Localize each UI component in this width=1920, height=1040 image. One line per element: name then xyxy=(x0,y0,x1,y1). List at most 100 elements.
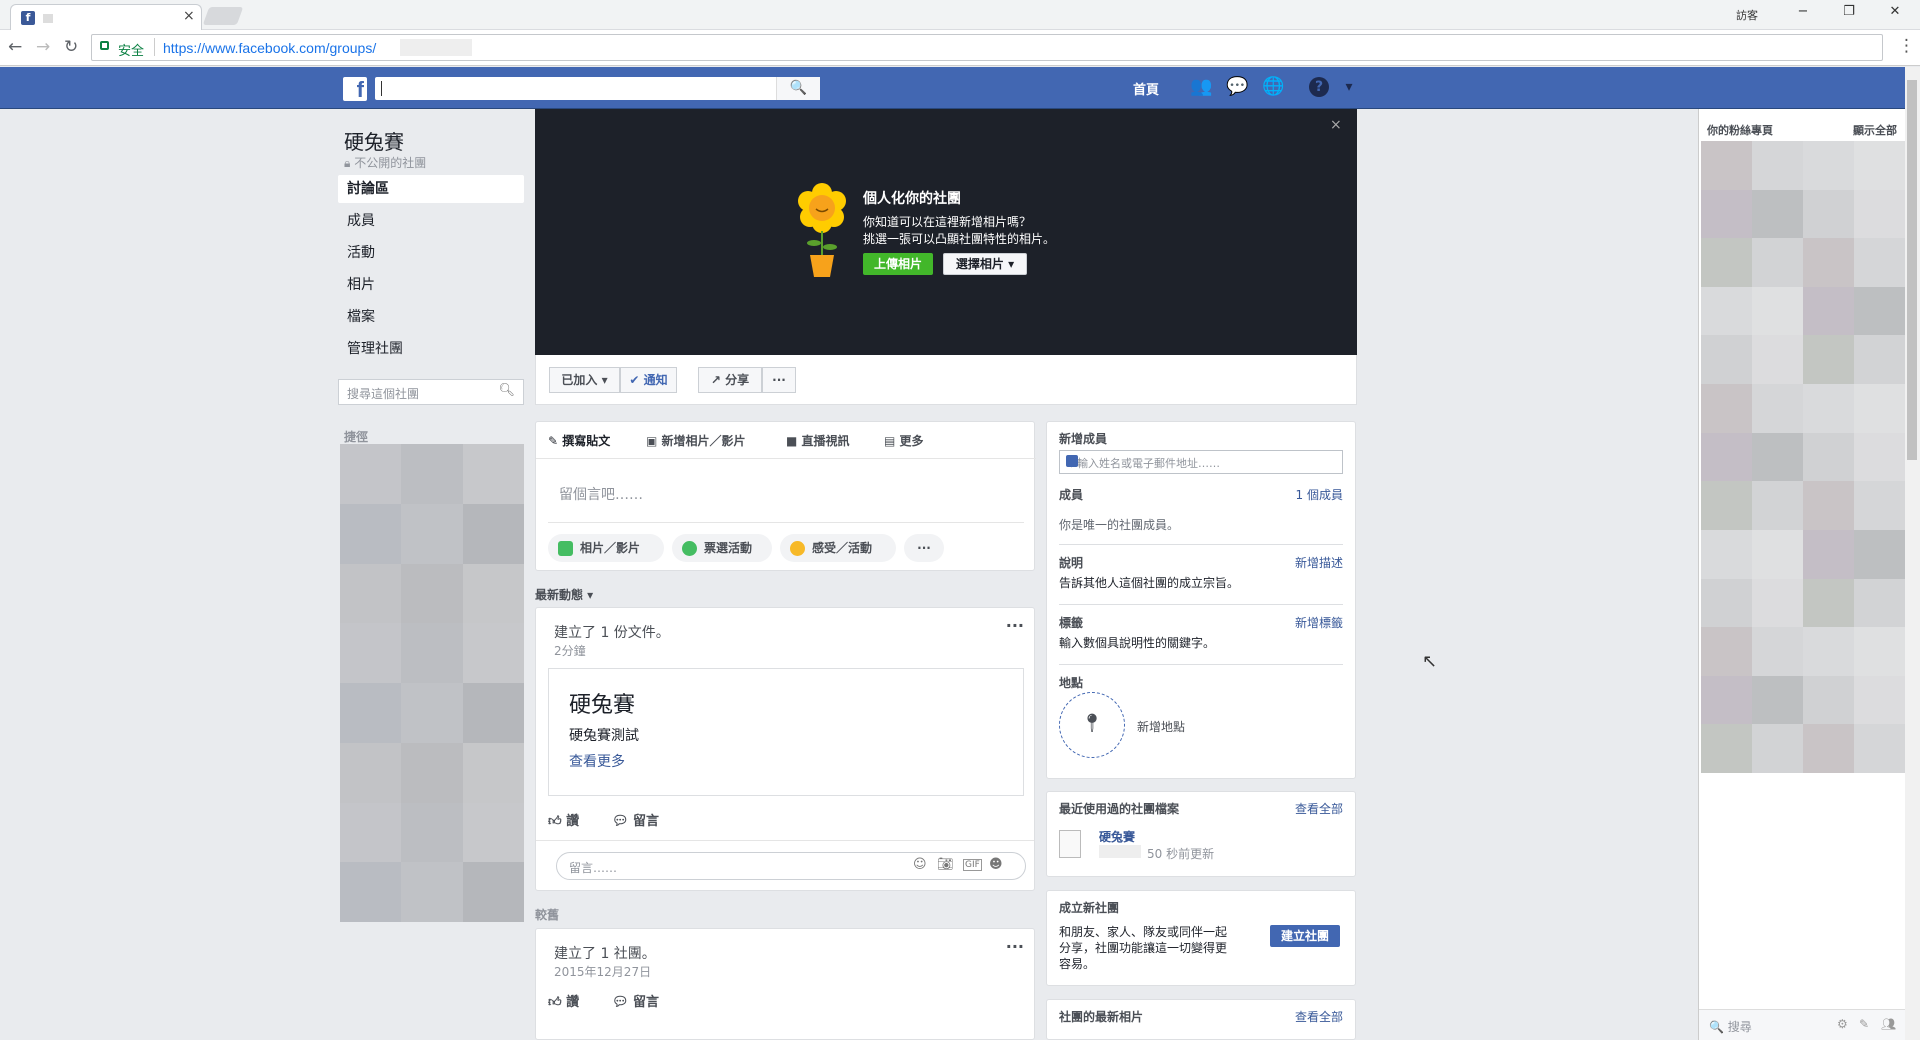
post-time[interactable]: 2分鐘 xyxy=(554,642,586,659)
comment-button[interactable]: 💬︎ 留言 xyxy=(612,991,659,1010)
browser-toolbar: ← → ↻ 安全 https://www.facebook.com/groups… xyxy=(0,30,1920,66)
add-description-link[interactable]: 新增描述 xyxy=(1295,554,1343,571)
back-icon[interactable]: ← xyxy=(8,37,22,57)
close-window-button[interactable]: ✕ xyxy=(1880,4,1910,19)
see-all-files-link[interactable]: 查看全部 xyxy=(1295,800,1343,817)
like-button[interactable]: 👍︎ 讚 xyxy=(548,810,579,829)
tab-write-post[interactable]: ✎ 撰寫貼文 xyxy=(548,432,610,449)
browser-menu-icon[interactable]: ⋮ xyxy=(1898,36,1915,56)
members-count-link[interactable]: 1 個成員 xyxy=(1296,486,1343,503)
show-all-link[interactable]: 顯示全部 xyxy=(1853,122,1897,138)
see-all-photos-link[interactable]: 查看全部 xyxy=(1295,1008,1343,1025)
upload-photo-button[interactable]: 上傳相片 xyxy=(863,253,933,275)
group-chat-icon[interactable]: 👥︎ xyxy=(1881,1017,1896,1031)
tab-more[interactable]: ▤ 更多 xyxy=(884,432,924,449)
cover-description-2: 挑選一張可以凸顯社團特性的相片。 xyxy=(863,232,1056,246)
facebook-logo-icon[interactable]: f xyxy=(343,77,367,102)
search-icon[interactable]: 🔍 xyxy=(776,77,820,100)
share-button[interactable]: ↗ 分享 xyxy=(698,367,762,393)
blurred-tile xyxy=(462,802,524,863)
nav-members[interactable]: 成員 xyxy=(338,207,524,235)
document-card[interactable]: 硬兔賽 硬兔賽測試 查看更多 xyxy=(548,668,1024,796)
post-options-icon[interactable]: ··· xyxy=(1006,616,1024,635)
photo-video-pill[interactable]: 相片／影片 xyxy=(548,534,664,562)
like-button[interactable]: 👍︎ 讚 xyxy=(548,991,579,1010)
poll-pill[interactable]: 票選活動 xyxy=(672,534,772,562)
url-masked xyxy=(400,39,472,56)
compose-icon[interactable]: ✎ xyxy=(1859,1017,1869,1031)
close-icon[interactable]: × xyxy=(1330,117,1342,133)
sticker-icon[interactable]: ☻ xyxy=(989,857,1003,872)
joined-button[interactable]: 已加入 ▾ xyxy=(549,367,620,393)
choose-photo-button[interactable]: 選擇相片 ▾ xyxy=(943,253,1027,275)
notifications-button[interactable]: ✔ 通知 xyxy=(620,367,677,393)
add-location-link[interactable]: 新增地點 xyxy=(1137,718,1185,735)
group-name[interactable]: 硬兔賽 xyxy=(344,126,404,155)
like-icon: 👍︎ xyxy=(548,995,567,1010)
address-bar[interactable]: 安全 https://www.facebook.com/groups/ xyxy=(91,34,1883,61)
forward-icon[interactable]: → xyxy=(36,37,50,57)
map-pin-icon[interactable]: 📍︎ xyxy=(1059,692,1125,758)
home-link[interactable]: 首頁 xyxy=(1133,79,1159,98)
globe-icon[interactable]: 🌐 xyxy=(1262,76,1284,98)
members-description: 你是唯一的社團成員。 xyxy=(1059,518,1180,532)
tab-add-photo-video[interactable]: ▣ 新增相片／影片 xyxy=(646,432,746,449)
chat-search-input[interactable]: 🔍 搜尋 xyxy=(1709,1018,1752,1035)
composer-input[interactable]: 留個言吧…… xyxy=(559,484,643,504)
more-pill[interactable]: ··· xyxy=(904,534,944,562)
nav-manage-group[interactable]: 管理社團 xyxy=(338,335,524,363)
help-icon[interactable]: ? xyxy=(1309,77,1329,97)
post-options-icon[interactable]: ··· xyxy=(1006,937,1024,956)
url-text[interactable]: https://www.facebook.com/groups/ xyxy=(163,40,376,56)
add-member-input[interactable]: ＋輸入姓名或電子郵件地址…… xyxy=(1059,450,1343,474)
comment-input[interactable]: 留言…… ☺ 📷︎ GIF ☻ xyxy=(556,852,1026,880)
emoji-icon[interactable]: ☺ xyxy=(913,857,927,872)
profile-label[interactable]: 訪客 xyxy=(1736,7,1758,23)
scrollbar-thumb[interactable] xyxy=(1907,80,1917,460)
nav-events[interactable]: 活動 xyxy=(338,239,524,267)
gif-icon[interactable]: GIF xyxy=(963,859,982,871)
chevron-down-icon[interactable]: ▾ xyxy=(1338,76,1360,98)
messenger-icon[interactable]: 💬 xyxy=(1226,76,1248,98)
camera-icon[interactable]: 📷︎ xyxy=(937,857,954,872)
group-search-input[interactable]: 搜尋這個社團 🔍︎ xyxy=(338,379,524,405)
file-name-link[interactable]: 硬兔賽 xyxy=(1099,828,1135,845)
divider xyxy=(154,38,155,56)
blurred-tile xyxy=(1701,529,1752,579)
feeling-pill[interactable]: 感受／活動 xyxy=(780,534,896,562)
document-description: 硬兔賽測試 xyxy=(569,728,639,744)
tags-heading: 標籤 xyxy=(1059,616,1084,630)
blurred-tile xyxy=(340,623,402,683)
new-tab-button[interactable] xyxy=(202,7,244,25)
post-time[interactable]: 2015年12月27日 xyxy=(554,963,651,980)
divider xyxy=(536,840,1034,841)
friends-icon[interactable]: 👥 xyxy=(1190,76,1212,98)
chat-search-bar[interactable]: 🔍 搜尋 ⚙ ✎ 👥︎ xyxy=(1699,1009,1906,1040)
create-group-button[interactable]: 建立社團 xyxy=(1270,925,1340,947)
nav-files[interactable]: 檔案 xyxy=(338,303,524,331)
recent-activity-sort[interactable]: 最新動態 ▾ xyxy=(535,586,593,603)
post-title: 建立了 1 份文件。 xyxy=(554,625,670,641)
add-tags-link[interactable]: 新增標籤 xyxy=(1295,614,1343,631)
gear-icon[interactable]: ⚙ xyxy=(1837,1017,1848,1031)
reload-icon[interactable]: ↻ xyxy=(64,37,78,57)
recent-files-heading: 最近使用過的社團檔案 xyxy=(1059,802,1180,816)
browser-tab[interactable]: f × xyxy=(10,4,202,30)
see-more-link[interactable]: 查看更多 xyxy=(569,751,625,771)
tab-close-icon[interactable]: × xyxy=(183,8,195,24)
tab-live-video[interactable]: ■ 直播視訊 xyxy=(786,432,850,449)
restore-button[interactable]: ❐ xyxy=(1834,4,1864,19)
nav-discussion[interactable]: 討論區 xyxy=(338,175,524,203)
description-text: 告訴其他人這個社團的成立宗旨。 xyxy=(1059,576,1240,590)
nav-photos[interactable]: 相片 xyxy=(338,271,524,299)
contacts-icon[interactable] xyxy=(1066,455,1078,467)
search-icon[interactable]: 🔍︎ xyxy=(498,383,515,398)
blurred-tile xyxy=(1701,384,1752,433)
blurred-tile xyxy=(462,862,524,922)
privacy-label: 不公開的社團 xyxy=(354,156,427,170)
search-input[interactable]: 🔍 xyxy=(375,77,820,100)
minimize-button[interactable]: − xyxy=(1788,4,1818,19)
scrollbar[interactable] xyxy=(1905,67,1920,1040)
comment-button[interactable]: 💬︎ 留言 xyxy=(612,810,659,829)
more-options-button[interactable]: ··· xyxy=(762,367,796,393)
